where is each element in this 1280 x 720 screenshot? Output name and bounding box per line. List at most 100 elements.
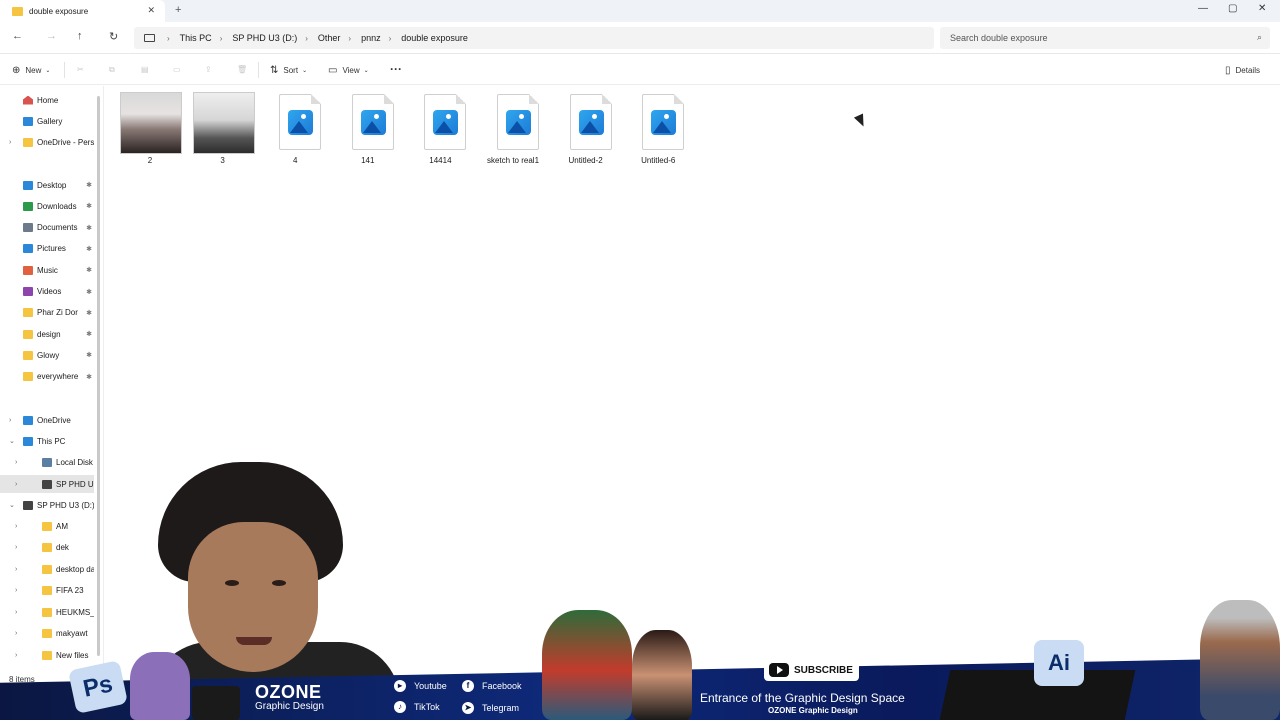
sidebar-item-pinned[interactable]: Desktop ✱ <box>0 176 94 194</box>
subscribe-button[interactable]: SUBSCRIBE <box>764 659 859 681</box>
tiktok-link[interactable]: ♪ TikTok <box>394 701 440 713</box>
paste-icon[interactable]: ▤ <box>141 65 149 74</box>
image-file-icon <box>556 92 618 154</box>
tree-item[interactable]: › dek <box>0 538 94 556</box>
up-button[interactable]: ↑ <box>77 30 83 42</box>
tree-item[interactable]: › desktop data <box>0 560 94 578</box>
address-bar[interactable]: › This PC › SP PHD U3 (D:) › Other › pnn… <box>134 27 934 49</box>
chevron-right-icon[interactable]: › <box>15 523 17 530</box>
back-button[interactable]: ← <box>12 30 23 42</box>
file-item[interactable]: 2 <box>117 92 183 166</box>
sidebar-item-pinned[interactable]: Videos ✱ <box>0 283 94 301</box>
tree-item[interactable]: › HEUKMS_Perma <box>0 603 94 621</box>
breadcrumb-this-pc[interactable]: This PC <box>180 33 212 43</box>
close-button[interactable]: ✕ <box>1258 3 1266 14</box>
pin-icon: ✱ <box>86 352 92 360</box>
sidebar-item-pinned[interactable]: Music ✱ <box>0 261 94 279</box>
share-icon[interactable]: ⇪ <box>205 65 212 74</box>
chevron-right-icon[interactable]: › <box>15 459 17 466</box>
new-button[interactable]: ⊕ New ⌄ <box>12 65 50 76</box>
chevron-down-icon: ⌄ <box>302 68 308 74</box>
tree-item[interactable]: › Local Disk (C:) <box>0 453 94 471</box>
page-fold <box>311 94 322 104</box>
tiktok-icon: ♪ <box>394 701 406 713</box>
chevron-right-icon[interactable]: › <box>9 417 11 424</box>
maximize-button[interactable]: ▢ <box>1228 3 1237 14</box>
cut-icon[interactable]: ✂ <box>77 65 84 74</box>
sort-label: Sort <box>283 66 299 75</box>
file-name: 4 <box>292 156 298 165</box>
facebook-label: Facebook <box>482 681 522 691</box>
sidebar-item-pinned[interactable]: everywhere ✱ <box>0 368 94 386</box>
chevron-right-icon[interactable]: › <box>15 544 17 551</box>
more-options-button[interactable]: ··· <box>390 62 402 76</box>
sidebar-item-label: Music <box>37 265 58 275</box>
tree-item[interactable]: › FIFA 23 <box>0 581 94 599</box>
folder-icon <box>12 6 23 16</box>
new-tab-button[interactable]: + <box>175 4 181 16</box>
plus-circle-icon: ⊕ <box>12 65 21 76</box>
chevron-right-icon[interactable]: › <box>15 566 17 573</box>
tree-item[interactable]: ⌄ SP PHD U3 (D:) <box>0 496 94 514</box>
folder-icon <box>23 180 33 190</box>
sidebar-item-onedrive-personal[interactable]: › OneDrive - Perso <box>0 133 94 151</box>
breadcrumb-double-exposure[interactable]: double exposure <box>401 33 468 43</box>
file-item[interactable]: sketch to real1 <box>480 92 546 166</box>
file-item[interactable]: 141 <box>335 92 401 166</box>
copy-icon[interactable]: ⧉ <box>109 65 115 75</box>
details-label: Details <box>1235 66 1260 75</box>
breadcrumb-other[interactable]: Other <box>318 33 341 43</box>
rename-icon[interactable]: ▭ <box>173 65 181 74</box>
tab-double-exposure[interactable]: double exposure ✕ <box>0 0 165 22</box>
sidebar-scrollbar[interactable] <box>97 96 100 656</box>
breadcrumb-drive[interactable]: SP PHD U3 (D:) <box>232 33 297 43</box>
chevron-down-icon: ⌄ <box>363 68 369 74</box>
details-button[interactable]: ▯ Details <box>1225 65 1260 76</box>
sidebar-item-home[interactable]: Home <box>0 91 94 109</box>
sidebar-item-pinned[interactable]: Pictures ✱ <box>0 240 94 258</box>
telegram-link[interactable]: ➤ Telegram <box>462 702 519 714</box>
sidebar-item-gallery[interactable]: Gallery <box>0 112 94 130</box>
forward-button[interactable]: → <box>46 30 57 42</box>
facebook-link[interactable]: f Facebook <box>462 680 522 692</box>
tree-item[interactable]: › OneDrive <box>0 411 94 429</box>
file-item[interactable]: 14414 <box>407 92 473 166</box>
file-item[interactable]: 3 <box>190 92 256 166</box>
file-item[interactable]: Untitled-6 <box>625 92 691 166</box>
sort-button[interactable]: ⇅ Sort ⌄ <box>270 65 307 76</box>
delete-icon[interactable]: 🗑 <box>237 65 247 74</box>
chevron-right-icon: › <box>388 33 392 43</box>
tree-item[interactable]: ⌄ This PC <box>0 432 94 450</box>
search-input[interactable]: Search double exposure ⌕ <box>940 27 1270 49</box>
chevron-down-icon[interactable]: ⌄ <box>9 501 15 509</box>
search-icon[interactable]: ⌕ <box>1257 32 1262 43</box>
page-fold <box>383 94 394 104</box>
file-item[interactable]: 4 <box>262 92 328 166</box>
sidebar-item-pinned[interactable]: Downloads ✱ <box>0 197 94 215</box>
folder-icon <box>23 265 33 275</box>
sidebar-item-pinned[interactable]: design ✱ <box>0 325 94 343</box>
minimize-button[interactable]: — <box>1198 3 1208 14</box>
pin-icon: ✱ <box>86 331 92 339</box>
sidebar-item-pinned[interactable]: Glowy ✱ <box>0 346 94 364</box>
chevron-right-icon[interactable]: › <box>15 609 17 616</box>
refresh-button[interactable]: ↻ <box>109 30 118 43</box>
sidebar-item-pinned[interactable]: Phar Zi Dor ✱ <box>0 304 94 322</box>
youtube-link[interactable]: ▸ Youtube <box>394 680 447 692</box>
chevron-right-icon[interactable]: › <box>15 481 17 488</box>
view-label: View <box>342 66 360 75</box>
chevron-right-icon[interactable]: › <box>9 139 11 146</box>
tree-item[interactable]: › AM <box>0 517 94 535</box>
telegram-icon: ➤ <box>462 702 474 714</box>
sidebar-item-pinned[interactable]: Documents ✱ <box>0 219 94 237</box>
chevron-right-icon[interactable]: › <box>15 630 17 637</box>
file-name: Untitled-2 <box>568 156 603 165</box>
tab-close-icon[interactable]: ✕ <box>147 5 155 16</box>
photo-icon <box>578 110 604 135</box>
breadcrumb-pnnz[interactable]: pnnz <box>361 33 381 43</box>
view-button[interactable]: ▭ View ⌄ <box>328 65 369 76</box>
file-item[interactable]: Untitled-2 <box>553 92 619 166</box>
tree-item[interactable]: › SP PHD U3 (D:) <box>0 475 94 493</box>
chevron-right-icon[interactable]: › <box>15 587 17 594</box>
chevron-down-icon[interactable]: ⌄ <box>9 437 15 445</box>
